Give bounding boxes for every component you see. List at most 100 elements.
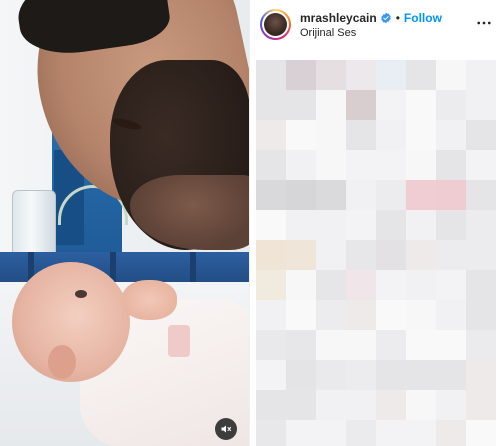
post-video[interactable] [0,0,249,446]
baby-eye [75,290,87,298]
pixel-block [436,210,466,240]
pixel-block [346,240,376,270]
pixel-block [316,360,346,390]
pixel-block [286,300,316,330]
pixel-block [376,150,406,180]
pixel-block [316,300,346,330]
pixel-block [376,360,406,390]
pixel-block [466,240,496,270]
pixel-block [376,420,406,446]
pixel-block [286,270,316,300]
pixel-block [346,60,376,90]
pixel-block [376,330,406,360]
pixel-block [406,330,436,360]
pixel-block [466,60,496,90]
pixel-block [286,240,316,270]
pixel-block [436,180,466,210]
pixel-block [406,390,436,420]
pixel-block [406,270,436,300]
pixel-block [256,360,286,390]
pixel-block [406,240,436,270]
pixel-block [406,300,436,330]
speaker-muted-icon [221,425,232,433]
cot-rail-bar [190,252,196,286]
pixel-block [466,120,496,150]
pixel-block [256,60,286,90]
pixel-block [256,240,286,270]
pixel-block [406,120,436,150]
pixel-block [466,360,496,390]
pixel-block [466,300,496,330]
pixel-block [346,180,376,210]
pixel-block [376,90,406,120]
pixel-block [346,90,376,120]
pixel-block [436,90,466,120]
pixel-block [346,120,376,150]
pixel-block [406,420,436,446]
username-link[interactable]: mrashleycain [300,11,377,25]
pixel-block [466,270,496,300]
pixel-block [436,390,466,420]
more-horizontal-icon[interactable] [475,14,493,32]
pixel-block [316,60,346,90]
pixel-block [436,150,466,180]
pixel-block [436,330,466,360]
pixel-block [316,150,346,180]
onesie-patch [168,325,190,357]
mute-button[interactable] [215,418,237,440]
pixel-block [256,120,286,150]
pixel-block [436,420,466,446]
pixel-block [466,390,496,420]
audio-link[interactable]: Orijinal Ses [300,27,356,39]
separator-dot: • [395,11,400,25]
pixel-block [346,150,376,180]
pixel-block [376,120,406,150]
pixel-block [256,210,286,240]
pixel-block [286,360,316,390]
pixel-block [256,300,286,330]
pixel-block [286,120,316,150]
pixel-block [286,60,316,90]
pixel-block [466,150,496,180]
pixel-block [346,390,376,420]
suction-bottle [12,190,56,260]
avatar[interactable] [260,9,291,40]
pixel-block [316,120,346,150]
pixel-block [406,360,436,390]
pixel-block [466,330,496,360]
post-header: mrashleycain • Follow Orijinal Ses [250,0,500,48]
pixel-block [346,330,376,360]
pixel-block [376,240,406,270]
pixel-block [436,120,466,150]
pixel-block [406,210,436,240]
baby-ear [48,345,76,379]
pixel-block [316,270,346,300]
pixel-block [256,180,286,210]
instagram-post: mrashleycain • Follow Orijinal Ses [0,0,500,446]
pixel-block [466,210,496,240]
pixel-block [316,90,346,120]
pixel-block [406,180,436,210]
baby-hand [122,280,177,320]
pixel-block [436,60,466,90]
pixel-block [286,420,316,446]
follow-button[interactable]: Follow [404,11,442,25]
pixel-block [436,360,466,390]
pixel-block [466,90,496,120]
verified-badge-icon [380,12,391,24]
pixel-block [256,270,286,300]
pixel-block [256,420,286,446]
pixel-block [286,150,316,180]
pixel-block [466,420,496,446]
pixel-block [436,300,466,330]
pixel-block [256,330,286,360]
pixel-block [376,210,406,240]
pixel-block [316,330,346,360]
pixel-block [286,390,316,420]
pixel-block [376,390,406,420]
pixel-block [406,90,436,120]
avatar-photo [264,13,287,36]
pixel-block [316,180,346,210]
pixel-block [286,330,316,360]
pixel-block [436,270,466,300]
